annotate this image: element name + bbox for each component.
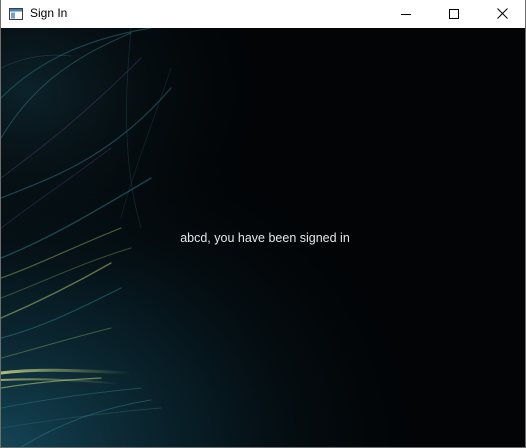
signed-in-message: abcd, you have been signed in: [180, 231, 350, 245]
content-area: abcd, you have been signed in: [1, 28, 525, 447]
sign-in-window: Sign In abcd, you have been signed in: [0, 0, 526, 448]
minimize-button[interactable]: [383, 0, 429, 27]
maximize-button[interactable]: [431, 0, 477, 27]
title-bar[interactable]: Sign In: [1, 0, 525, 27]
close-icon: [496, 8, 508, 19]
window-app-icon: [9, 7, 23, 20]
window-title: Sign In: [30, 6, 68, 20]
close-button[interactable]: [479, 0, 525, 27]
maximize-icon: [449, 8, 459, 19]
minimize-icon: [401, 13, 411, 15]
